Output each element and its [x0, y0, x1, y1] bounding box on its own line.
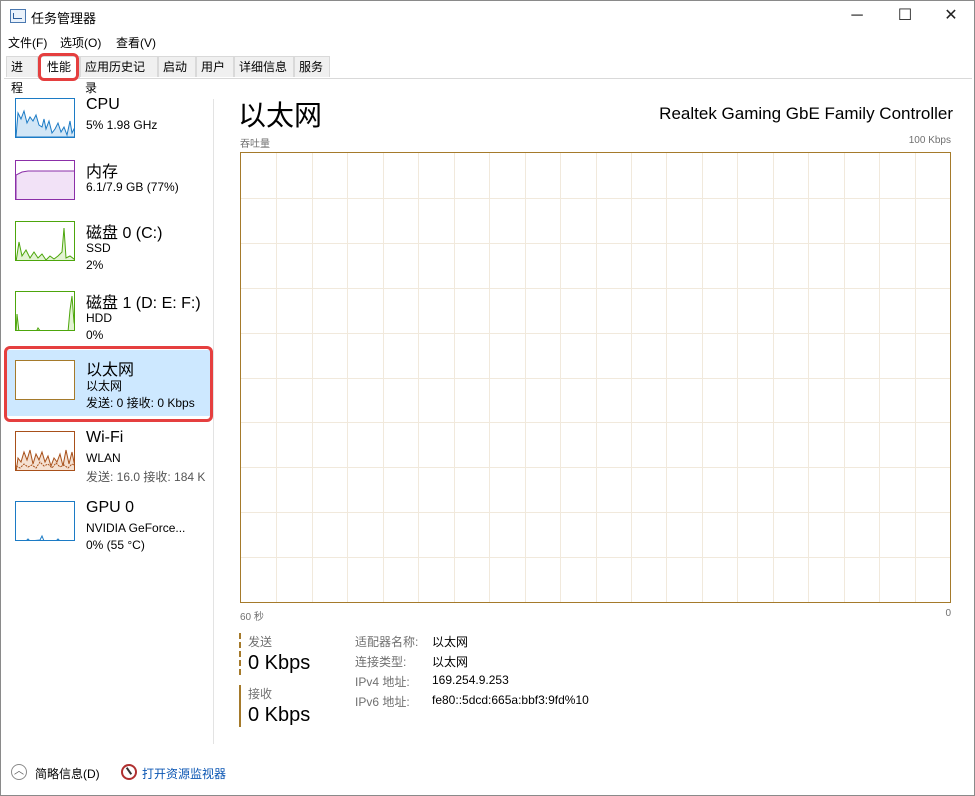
performance-sidebar: CPU 5% 1.98 GHz 内存 6.1/7.9 GB (77%) 磁盘 0…: [1, 91, 215, 751]
sidebar-item-cpu[interactable]: CPU 5% 1.98 GHz: [7, 91, 211, 155]
throughput-grid: [241, 153, 950, 602]
wifi-thumbnail-graph: [15, 431, 75, 471]
menu-bar: 文件(F) 选项(O) 查看(V): [1, 32, 974, 52]
disk-1-thumbnail-graph: [15, 291, 75, 331]
sidebar-item-title: Wi-Fi: [86, 429, 124, 446]
tab-performance[interactable]: 性能: [38, 56, 80, 78]
resource-monitor-icon: [121, 764, 137, 780]
open-resource-monitor-link[interactable]: 打开资源监视器: [142, 765, 226, 782]
sidebar-item-subtitle: NVIDIA GeForce...: [86, 521, 186, 535]
ethernet-thumbnail-graph: [15, 360, 75, 400]
ipv4-value: 169.254.9.253: [432, 673, 509, 687]
sidebar-item-subtitle: 以太网: [86, 379, 123, 393]
ethernet-detail-panel: 以太网 Realtek Gaming GbE Family Controller…: [231, 91, 961, 751]
graph-x-right-label: 0: [945, 608, 951, 619]
receive-stat: 接收 0 Kbps: [239, 685, 310, 727]
disk-0-thumbnail-graph: [15, 221, 75, 261]
page-title: 以太网: [238, 100, 323, 131]
graph-x-left-label: 60 秒: [240, 612, 264, 623]
tab-app-history[interactable]: 应用历史记录: [80, 56, 158, 95]
tab-strip: 进程 性能 应用历史记录 启动 用户 详细信息 服务: [4, 56, 972, 95]
sidebar-item-detail: 2%: [86, 258, 104, 272]
ipv4-label: IPv4 地址:: [355, 675, 410, 689]
sidebar-item-title: 内存: [86, 164, 119, 181]
task-manager-icon: [10, 9, 26, 23]
sidebar-item-title: CPU: [86, 96, 120, 113]
ipv6-label: IPv6 地址:: [355, 695, 410, 709]
sidebar-divider: [213, 99, 214, 744]
sidebar-item-detail: 0% (55 °C): [86, 538, 145, 552]
sidebar-item-subtitle: 5% 1.98 GHz: [86, 118, 158, 132]
sidebar-item-detail: 0%: [86, 328, 104, 342]
graph-max-label: 100 Kbps: [908, 135, 951, 146]
graph-label: 吞吐量: [240, 139, 270, 150]
sidebar-item-disk-0[interactable]: 磁盘 0 (C:) SSD 2%: [7, 214, 211, 278]
menu-options[interactable]: 选项(O): [60, 34, 101, 51]
task-manager-window: 任务管理器 ─ ☐ ✕ 文件(F) 选项(O) 查看(V) 进程 性能 应用历史…: [0, 0, 975, 796]
send-value: 0 Kbps: [248, 652, 311, 674]
receive-value: 0 Kbps: [248, 704, 311, 726]
sidebar-item-title: 磁盘 1 (D: E: F:): [86, 295, 201, 312]
sidebar-item-subtitle: HDD: [86, 311, 112, 325]
sidebar-item-wifi[interactable]: Wi-Fi WLAN 发送: 16.0 接收: 184 K: [7, 424, 211, 488]
close-button[interactable]: ✕: [928, 1, 974, 31]
receive-label: 接收: [248, 687, 273, 701]
adapter-name: Realtek Gaming GbE Family Controller: [659, 104, 953, 123]
ipv6-value: fe80::5dcd:665a:bbf3:9fd%10: [432, 693, 589, 707]
sidebar-item-subtitle: SSD: [86, 241, 111, 255]
tab-details[interactable]: 详细信息: [234, 56, 294, 77]
sidebar-item-title: 磁盘 0 (C:): [86, 225, 163, 242]
sidebar-item-memory[interactable]: 内存 6.1/7.9 GB (77%): [7, 153, 211, 217]
connection-type-label: 连接类型:: [355, 655, 407, 669]
tab-processes[interactable]: 进程: [6, 56, 38, 95]
sidebar-item-subtitle: WLAN: [86, 451, 121, 465]
send-label: 发送: [248, 635, 273, 649]
footer-bar: ︿ 简略信息(D) 打开资源监视器: [1, 756, 974, 794]
sidebar-item-title: GPU 0: [86, 499, 135, 516]
window-title: 任务管理器: [31, 11, 97, 26]
menu-view[interactable]: 查看(V): [116, 34, 156, 51]
adapter-name-value: 以太网: [432, 635, 469, 649]
fewer-details-link[interactable]: 简略信息(D): [35, 765, 100, 782]
sidebar-item-detail: 发送: 16.0 接收: 184 K: [86, 470, 206, 484]
cpu-thumbnail-graph: [15, 98, 75, 138]
sidebar-item-detail: 发送: 0 接收: 0 Kbps: [86, 396, 195, 410]
adapter-name-label: 适配器名称:: [355, 635, 419, 649]
send-stat: 发送 0 Kbps: [239, 633, 310, 675]
tab-users[interactable]: 用户: [196, 56, 234, 77]
minimize-button[interactable]: ─: [834, 1, 880, 31]
chevron-up-icon[interactable]: ︿: [11, 764, 27, 780]
tab-startup[interactable]: 启动: [158, 56, 196, 77]
sidebar-item-subtitle: 6.1/7.9 GB (77%): [86, 180, 179, 194]
title-bar: 任务管理器 ─ ☐ ✕: [1, 1, 974, 31]
sidebar-item-ethernet[interactable]: 以太网 以太网 发送: 0 接收: 0 Kbps: [7, 350, 211, 416]
memory-thumbnail-graph: [15, 160, 75, 200]
tab-services[interactable]: 服务: [294, 56, 330, 77]
gpu-thumbnail-graph: [15, 501, 75, 541]
sidebar-item-gpu[interactable]: GPU 0 NVIDIA GeForce... 0% (55 °C): [7, 494, 211, 558]
maximize-button[interactable]: ☐: [882, 1, 928, 31]
throughput-graph: [240, 152, 951, 603]
menu-file[interactable]: 文件(F): [8, 34, 47, 51]
connection-type-value: 以太网: [432, 655, 469, 669]
sidebar-item-disk-1[interactable]: 磁盘 1 (D: E: F:) HDD 0%: [7, 284, 211, 348]
